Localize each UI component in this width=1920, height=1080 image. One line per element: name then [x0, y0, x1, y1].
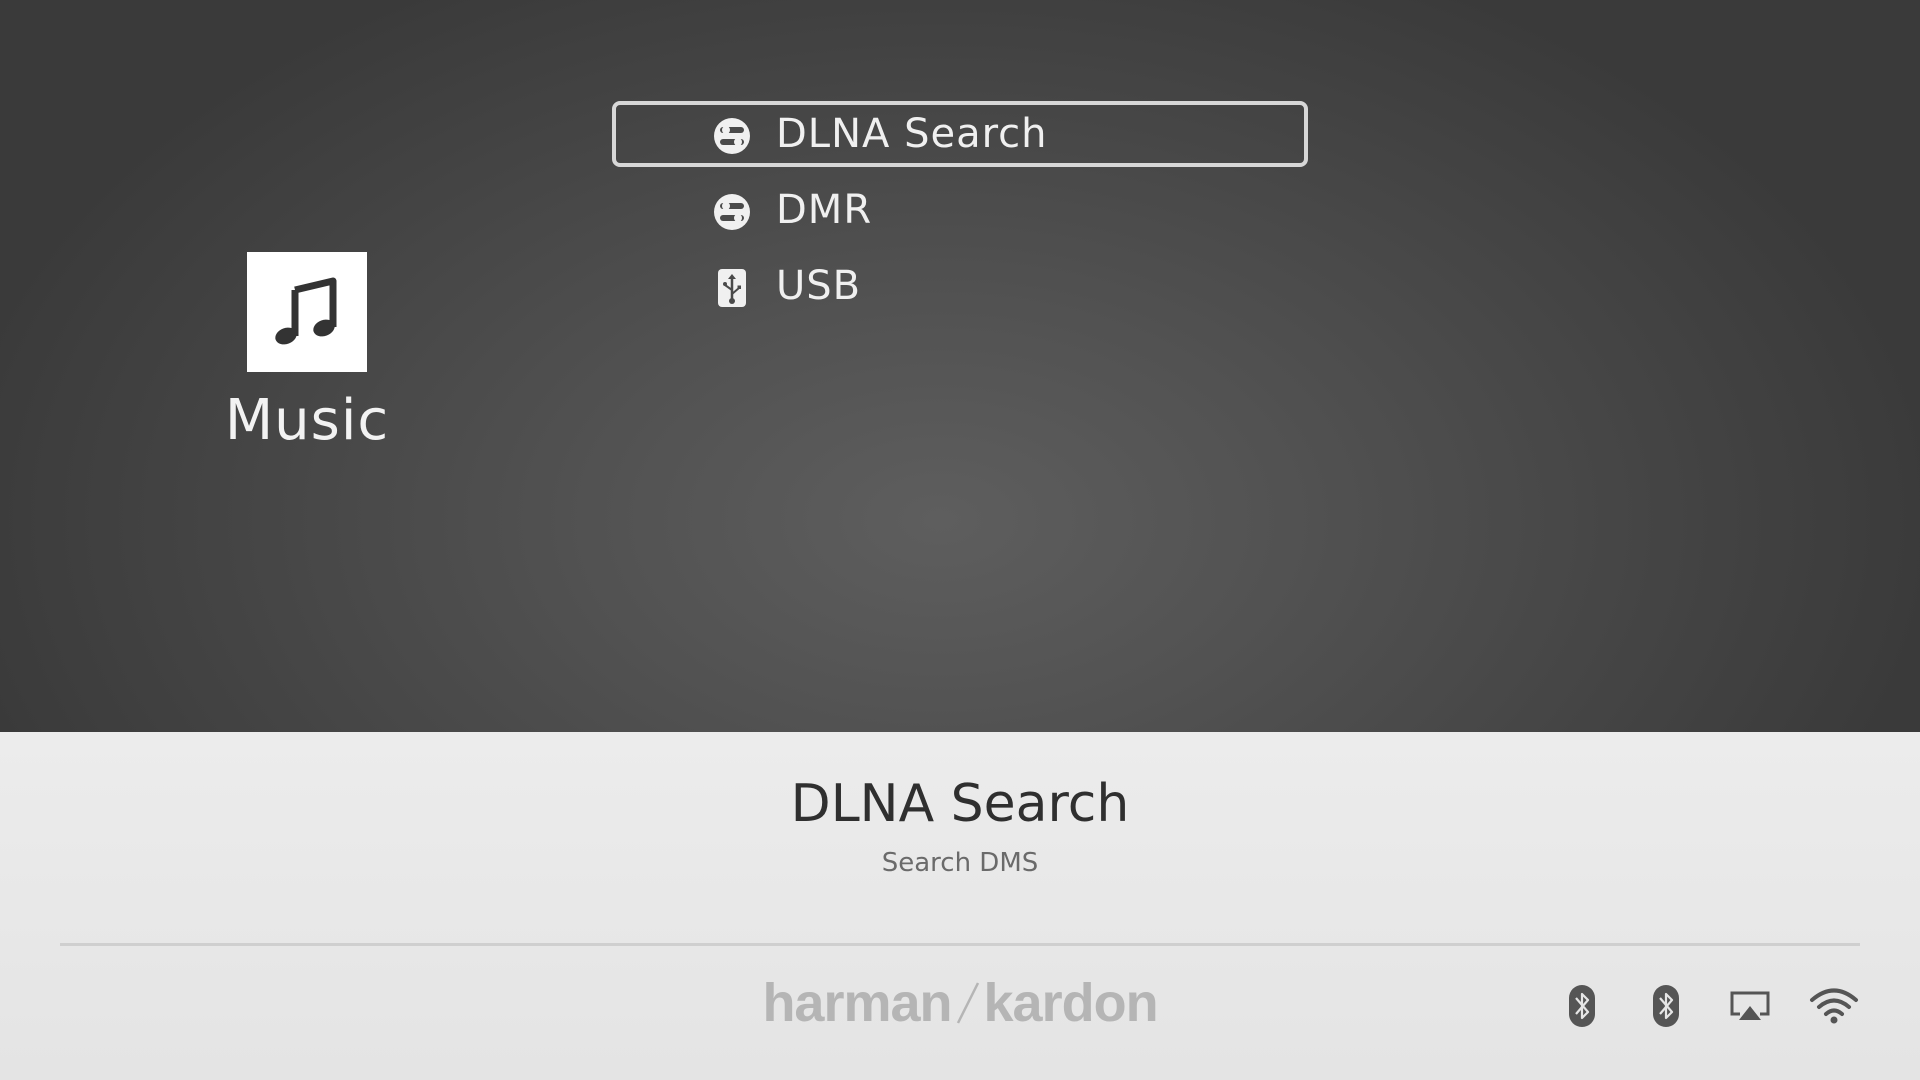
- network-icon: [714, 194, 750, 230]
- menu-item-label: DLNA Search: [776, 111, 1048, 157]
- top-area: Music DLNA Search DMR USB: [0, 0, 1920, 732]
- info-subtitle: Search DMS: [881, 848, 1039, 878]
- wifi-icon: [1808, 984, 1860, 1028]
- brand-right: kardon: [983, 973, 1159, 1033]
- source-tile: [247, 252, 367, 372]
- brand-slash: [956, 982, 979, 1024]
- source-label: Music: [224, 388, 390, 453]
- divider: [60, 943, 1860, 946]
- menu-item-dmr[interactable]: DMR: [612, 177, 1308, 243]
- usb-icon: [718, 269, 746, 307]
- info-title: DLNA Search: [790, 774, 1130, 834]
- airplay-icon: [1724, 984, 1776, 1028]
- bluetooth-icon: [1640, 984, 1692, 1028]
- source-menu: DLNA Search DMR USB: [612, 101, 1308, 329]
- info-panel: DLNA Search Search DMS harman kardon: [0, 732, 1920, 1080]
- bluetooth-icon: [1556, 984, 1608, 1028]
- music-note-icon: [275, 277, 337, 345]
- network-icon: [714, 118, 750, 154]
- screen: Music DLNA Search DMR USB DLNA Search Se…: [0, 0, 1920, 1080]
- menu-item-label: DMR: [776, 187, 873, 233]
- status-icons: [1524, 984, 1860, 1028]
- menu-item-usb[interactable]: USB: [612, 253, 1308, 319]
- menu-item-dlna-search[interactable]: DLNA Search: [612, 101, 1308, 167]
- menu-item-label: USB: [776, 263, 862, 309]
- brand-left: harman: [762, 973, 952, 1033]
